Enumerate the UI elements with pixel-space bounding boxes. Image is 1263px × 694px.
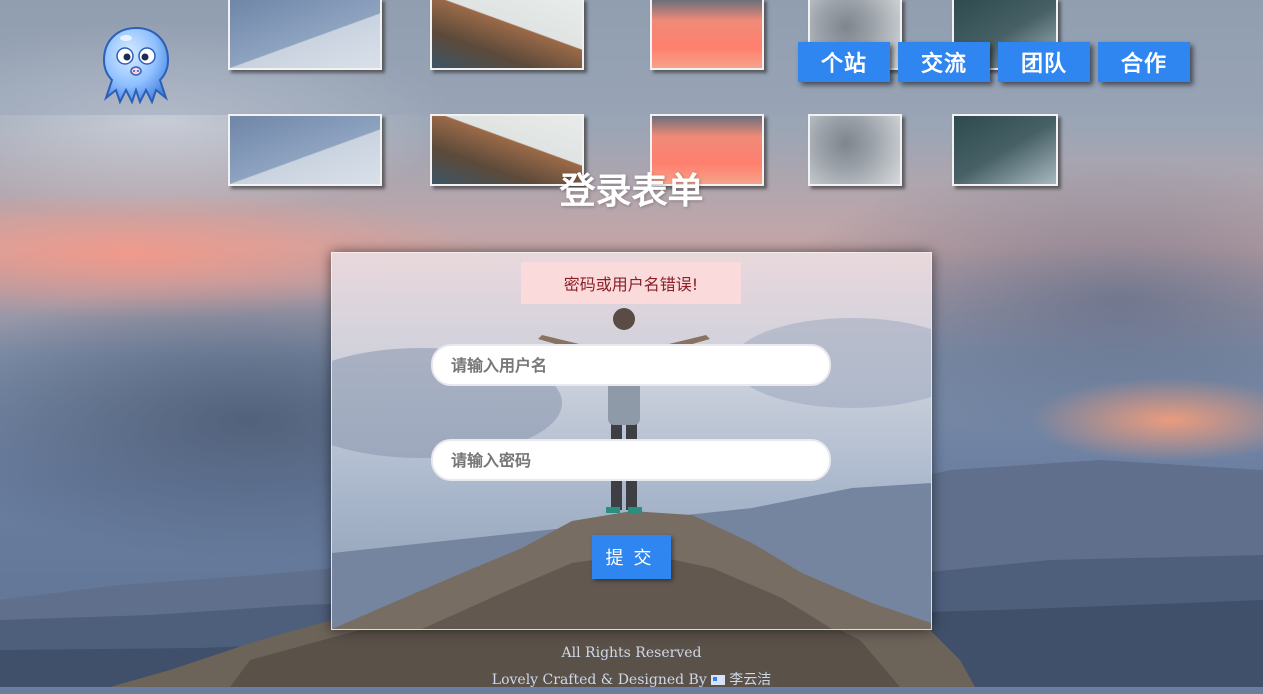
- password-input[interactable]: [433, 441, 829, 479]
- nav-button-cooperation[interactable]: 合作: [1098, 42, 1190, 82]
- footer-rights: All Rights Reserved: [561, 645, 702, 661]
- thumbnail-tree: [228, 0, 382, 70]
- octopus-logo-icon[interactable]: [96, 24, 176, 105]
- flag-icon: [711, 675, 726, 685]
- error-alert: 密码或用户名错误!: [521, 262, 741, 304]
- thumbnail-sunset: [650, 0, 764, 70]
- footer-author[interactable]: 李云洁: [729, 672, 771, 688]
- thumbnail-rock: [430, 0, 584, 70]
- login-card: 密码或用户名错误! 提交: [331, 252, 932, 630]
- nav-button-team[interactable]: 团队: [998, 42, 1090, 82]
- page-footer: All Rights Reserved Lovely Crafted & Des…: [0, 640, 1263, 694]
- username-field: [431, 344, 831, 386]
- nav-button-communication[interactable]: 交流: [898, 42, 990, 82]
- footer-credit: Lovely Crafted & Designed By 李云洁: [0, 667, 1263, 694]
- password-field: [431, 439, 831, 481]
- submit-button[interactable]: 提交: [592, 535, 671, 579]
- main-nav: 个站 交流 团队 合作: [798, 42, 1190, 82]
- username-input[interactable]: [433, 346, 829, 384]
- page-title: 登录表单: [559, 171, 704, 212]
- footer-credit-prefix: Lovely Crafted & Designed By: [491, 672, 707, 688]
- nav-button-personal-site[interactable]: 个站: [798, 42, 890, 82]
